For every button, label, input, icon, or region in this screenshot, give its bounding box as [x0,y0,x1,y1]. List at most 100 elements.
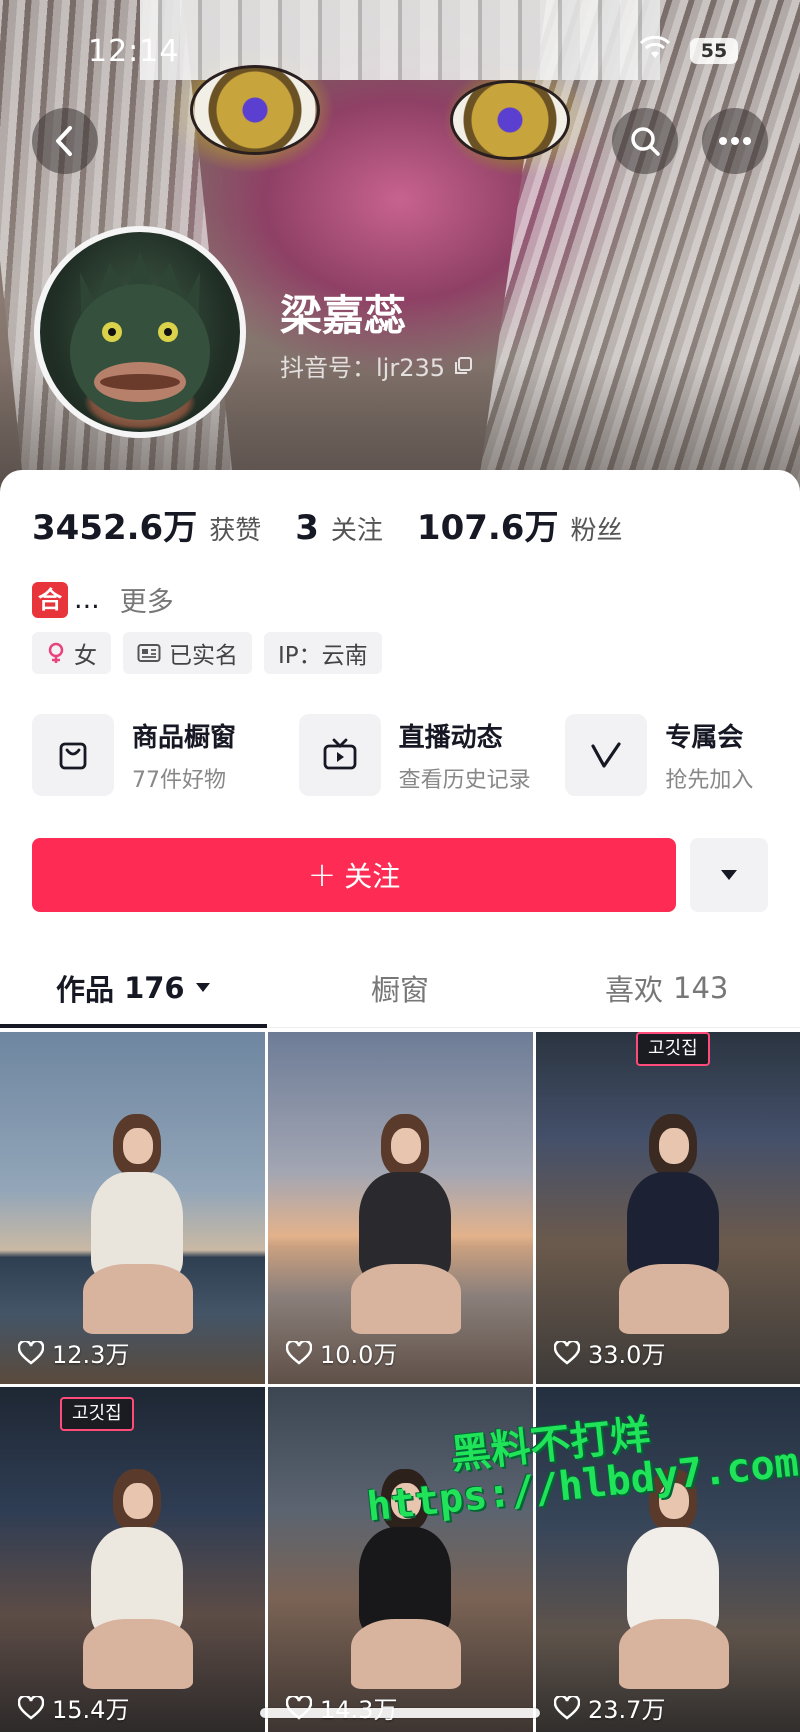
avatar-monster-image [70,252,210,420]
shortcut-membership-subtitle: 抢先加入 [665,767,754,793]
caret-down-icon [721,870,737,880]
shortcut-shop-window-icon-box [32,714,114,796]
heart-icon [554,1340,580,1365]
tab-likes-count: 143 [673,970,729,1005]
banner-art-eye-left [190,65,320,155]
shortcut-membership[interactable]: 专属会 抢先加入 [565,714,800,796]
shortcut-membership-text: 专属会 抢先加入 [665,717,753,794]
tab-works[interactable]: 作品 176 [0,948,267,1028]
banner-art-eye-right [450,80,570,160]
tag-gender: 女 [32,632,111,674]
video-thumbnail[interactable]: 고깃집 15.4万 [0,1387,265,1732]
banner-art-bangs [140,0,660,80]
profile-stats: 3452.6万 获赞 3 关注 107.6万 粉丝 [32,500,644,549]
avatar[interactable] [34,226,246,438]
more-button[interactable] [702,108,768,174]
video-like-count: 33.0万 [554,1335,665,1370]
copy-icon[interactable] [453,356,473,376]
video-thumbnail-person [341,1114,461,1344]
video-thumbnail[interactable]: 23.7万 [536,1387,800,1732]
profile-name: 梁嘉蕊 [280,291,407,340]
tag-verified[interactable]: 已实名 [123,632,252,674]
tab-works-count: 176 [124,970,185,1005]
follow-button[interactable]: + 关注 [32,838,676,912]
shortcuts-row: 商品橱窗 77件好物 直播动态 查看历史记录 专属会 抢先加入 [32,714,800,796]
video-thumbnail-person [73,1114,193,1344]
douyin-id-text: 抖音号：ljr235 [280,354,446,382]
video-thumbnail[interactable]: 10.0万 [268,1032,533,1384]
content-tabs: 作品 176 橱窗 喜欢 143 [0,948,800,1028]
chevron-left-icon [56,126,72,156]
search-button[interactable] [612,108,678,174]
search-icon [631,127,660,156]
heart-icon [286,1340,312,1365]
tv-icon [323,738,357,770]
following-count[interactable]: 3 [295,508,319,548]
video-like-count-text: 10.0万 [320,1341,398,1369]
shopping-bag-icon [59,742,87,770]
shortcut-membership-icon-box [565,714,648,796]
video-grid: 12.3万 10.0万 고깃집 33.0万 고깃집 15.4万 23.7万 [0,1032,800,1732]
shortcut-live-icon-box [298,714,381,796]
shortcut-membership-title: 专属会 [665,722,744,753]
tab-works-label: 作品 [56,972,115,1007]
bio: 合 ... 更多 [32,580,174,619]
followers-count[interactable]: 107.6万 [417,500,559,549]
video-like-count-text: 23.7万 [588,1696,666,1724]
profile-card: 3452.6万 获赞 3 关注 107.6万 粉丝 合 ... 更多 女 已实名 [0,470,800,1732]
heart-icon [18,1695,44,1720]
douyin-id[interactable]: 抖音号：ljr235 [280,348,473,383]
shortcut-live-title: 直播动态 [398,722,503,753]
wifi-icon [640,36,670,58]
tab-likes[interactable]: 喜欢 143 [533,948,800,1027]
bio-text: ... [74,584,100,615]
tab-likes-label: 喜欢 [604,972,663,1007]
video-thumbnail-person [73,1469,193,1699]
plus-icon: + [307,855,337,895]
video-thumbnail-person [609,1114,729,1344]
shortcut-shop-window[interactable]: 商品橱窗 77件好物 [32,714,299,796]
heart-icon [554,1695,580,1720]
following-label: 关注 [330,516,383,546]
video-like-count: 15.4万 [18,1690,129,1725]
more-options-dropdown-button[interactable] [690,838,768,912]
more-dots-icon [719,137,751,145]
tag-ip: IP：云南 [264,632,382,674]
video-like-count-text: 15.4万 [52,1696,130,1724]
tab-shop-window[interactable]: 橱窗 [267,948,534,1027]
video-like-count-text: 12.3万 [52,1341,130,1369]
video-like-count: 10.0万 [286,1335,397,1370]
video-thumbnail-neon-sign: 고깃집 [60,1397,134,1431]
back-button[interactable] [32,108,98,174]
tag-gender-label: 女 [74,643,97,669]
female-icon [48,642,64,663]
id-card-icon [137,644,161,662]
v-icon [591,742,621,768]
video-thumbnail[interactable]: 고깃집 33.0万 [536,1032,800,1384]
tag-verified-label: 已实名 [169,643,238,669]
shortcut-shop-window-title: 商品橱窗 [132,722,237,753]
home-indicator[interactable] [260,1708,540,1718]
bio-more-link[interactable]: 更多 [120,580,174,619]
video-thumbnail-neon-sign: 고깃집 [636,1032,710,1066]
likes-label: 获赞 [209,516,262,546]
tab-shop-window-label: 橱窗 [371,972,430,1007]
tag-ip-label: IP：云南 [278,643,368,669]
shortcut-live-text: 直播动态 查看历史记录 [399,717,531,794]
video-thumbnail[interactable]: 14.3万 [268,1387,533,1732]
video-thumbnail[interactable]: 12.3万 [0,1032,265,1384]
video-like-count: 12.3万 [18,1335,129,1370]
status-time: 12:14 [88,34,180,69]
video-like-count: 23.7万 [554,1690,665,1725]
video-thumbnail-person [341,1469,461,1699]
shortcut-live-subtitle: 查看历史记录 [398,767,531,793]
battery-indicator: 55 [690,38,738,64]
profile-tags: 女 已实名 IP：云南 [32,632,382,674]
shortcut-shop-window-text: 商品橱窗 77件好物 [132,717,236,794]
heart-icon [18,1340,44,1365]
shortcut-shop-window-subtitle: 77件好物 [132,767,226,793]
shortcut-live[interactable]: 直播动态 查看历史记录 [298,714,566,796]
followers-label: 粉丝 [570,516,623,546]
likes-count[interactable]: 3452.6万 [32,500,197,549]
video-thumbnail-person [609,1469,729,1699]
